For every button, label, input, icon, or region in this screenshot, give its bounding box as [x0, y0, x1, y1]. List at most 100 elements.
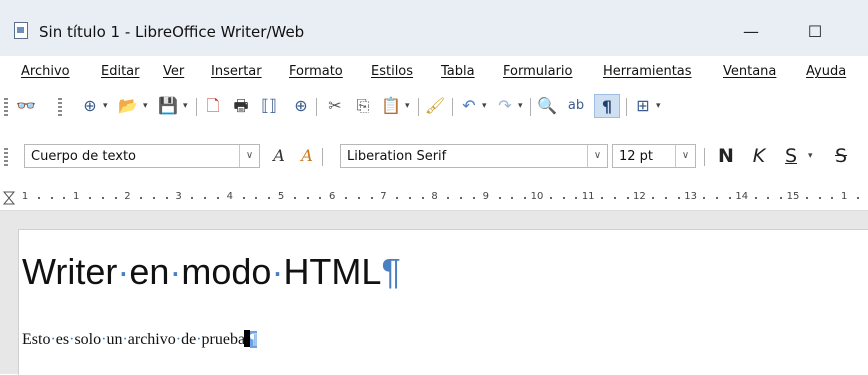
export-pdf-icon[interactable]: 🗋	[202, 96, 224, 116]
toolbar-separator	[626, 98, 627, 116]
ruler-number: 3	[175, 191, 182, 202]
ruler-number: 10	[530, 191, 544, 202]
ruler-tick	[524, 197, 527, 199]
ruler-tick	[345, 197, 347, 199]
binoculars-icon[interactable]: 👓	[14, 96, 38, 116]
italic-button[interactable]: K	[748, 146, 770, 166]
minimize-button[interactable]: —	[728, 18, 774, 46]
ruler-tick	[575, 197, 578, 199]
ruler-tick	[357, 197, 360, 199]
chevron-down-icon[interactable]: ∨	[587, 145, 607, 167]
ruler-tick	[63, 197, 66, 199]
toolbar-separator	[452, 98, 453, 116]
print-icon[interactable]: 🖶	[230, 96, 252, 116]
clone-formatting-icon[interactable]: 🖌	[424, 96, 446, 116]
undo-icon[interactable]: ↶	[458, 96, 480, 116]
chevron-down-icon[interactable]: ▾	[405, 98, 410, 114]
menu-ventana[interactable]: Ventana	[723, 64, 776, 80]
word: un	[106, 331, 123, 348]
toolbar-grip[interactable]	[4, 98, 8, 116]
ruler-number: 14	[735, 191, 749, 202]
document-paragraph[interactable]: Esto·es·solo·un·archivo·de·prueba ¶	[22, 330, 258, 350]
ruler-number: 1	[73, 191, 80, 202]
ruler-number: 8	[431, 191, 438, 202]
find-replace-icon[interactable]: 🔍	[536, 96, 558, 116]
ruler-number: 12	[633, 191, 646, 202]
ruler-tick	[421, 197, 424, 199]
web-view-icon[interactable]: ⊕	[290, 96, 312, 116]
formatting-toolbar: Cuerpo de texto ∨ A A Liberation Serif ∨…	[0, 140, 868, 172]
table-icon[interactable]: ⊞	[632, 96, 654, 116]
menu-herramientas[interactable]: Herramientas	[603, 64, 692, 80]
writer-web-document-icon	[14, 22, 28, 39]
new-style-icon[interactable]: A	[296, 146, 318, 166]
ruler-tick	[153, 197, 155, 199]
ruler-tick	[268, 197, 271, 199]
toolbar-grip[interactable]	[4, 148, 8, 166]
font-name-combo[interactable]: Liberation Serif ∨	[340, 144, 608, 168]
ruler-tick	[37, 197, 40, 199]
document-page[interactable]: Writer·en·modo·HTML¶ Esto·es·solo·un·arc…	[18, 229, 868, 375]
chevron-down-icon[interactable]: ▾	[656, 98, 661, 114]
menu-tabla[interactable]: Tabla	[441, 64, 475, 80]
ruler-tick	[191, 197, 194, 199]
paragraph-style-combo[interactable]: Cuerpo de texto ∨	[24, 144, 260, 168]
chevron-down-icon[interactable]: ∨	[675, 145, 695, 167]
underline-button[interactable]: S	[780, 146, 802, 166]
formatting-marks-icon[interactable]: ¶	[594, 94, 620, 118]
menu-estilos[interactable]: Estilos	[371, 64, 413, 80]
menu-archivo[interactable]: Archivo	[21, 64, 70, 80]
chevron-down-icon[interactable]: ▾	[103, 98, 108, 114]
html-source-icon[interactable]: ⟦⟧	[258, 96, 280, 116]
paste-icon[interactable]: 📋	[380, 96, 402, 116]
menu-ayuda[interactable]: Ayuda	[806, 64, 846, 80]
chevron-down-icon[interactable]: ▾	[143, 98, 148, 114]
toolbar-separator	[418, 98, 419, 116]
menu-formato[interactable]: Formato	[289, 64, 343, 80]
bold-button[interactable]: N	[714, 146, 738, 166]
menu-insertar[interactable]: Insertar	[211, 64, 262, 80]
menu-editar[interactable]: Editar	[101, 64, 140, 80]
document-heading[interactable]: Writer·en·modo·HTML¶	[22, 250, 401, 294]
ruler-tick	[805, 197, 808, 199]
ruler-tick	[473, 197, 475, 199]
word: archivo	[127, 331, 176, 348]
ruler-number: 15	[786, 191, 800, 202]
maximize-button[interactable]: ☐	[792, 18, 838, 46]
spelling-icon[interactable]: ab	[564, 96, 588, 116]
menu-ver[interactable]: Ver	[163, 64, 184, 80]
toolbar-separator	[322, 148, 323, 166]
menu-formulario[interactable]: Formulario	[503, 64, 572, 80]
word: en	[129, 251, 170, 292]
chevron-down-icon[interactable]: ▾	[518, 98, 523, 114]
ruler-tick	[562, 197, 565, 199]
chevron-down-icon[interactable]: ▾	[482, 98, 487, 114]
ruler-tick	[729, 197, 731, 199]
ruler-tick	[677, 197, 680, 199]
toolbar-grip-inner[interactable]	[58, 98, 62, 116]
ruler-tick	[511, 197, 514, 199]
ruler-tick	[447, 197, 450, 199]
save-icon[interactable]: 💾	[157, 96, 179, 116]
chevron-down-icon[interactable]: ▾	[808, 148, 813, 164]
cut-icon[interactable]: ✂	[324, 96, 346, 116]
strikethrough-button[interactable]: S	[830, 146, 852, 166]
chevron-down-icon[interactable]: ▾	[183, 98, 188, 114]
font-size-combo[interactable]: 12 pt ∨	[612, 144, 696, 168]
chevron-down-icon[interactable]: ∨	[239, 145, 259, 167]
redo-icon[interactable]: ↷	[494, 96, 516, 116]
horizontal-ruler[interactable]: 1 1 2 3 4 5 6 7 8 9 10 11 12 13 14 15 1	[0, 188, 868, 211]
ruler-tick	[549, 197, 552, 199]
ruler-tick	[652, 197, 655, 199]
globe-icon[interactable]: ⊕	[80, 96, 100, 116]
ruler-number: 1	[21, 191, 29, 202]
font-size-value: 12 pt	[619, 149, 654, 164]
ruler-tick	[780, 197, 783, 199]
space-marker: ·	[271, 251, 284, 292]
tab-stop-icon[interactable]	[3, 191, 15, 205]
copy-icon[interactable]: ⎘	[352, 96, 374, 116]
folder-open-icon[interactable]: 📂	[117, 96, 139, 116]
word: solo	[74, 331, 102, 348]
update-style-icon[interactable]: A	[268, 146, 290, 166]
space-marker: ·	[117, 251, 130, 292]
